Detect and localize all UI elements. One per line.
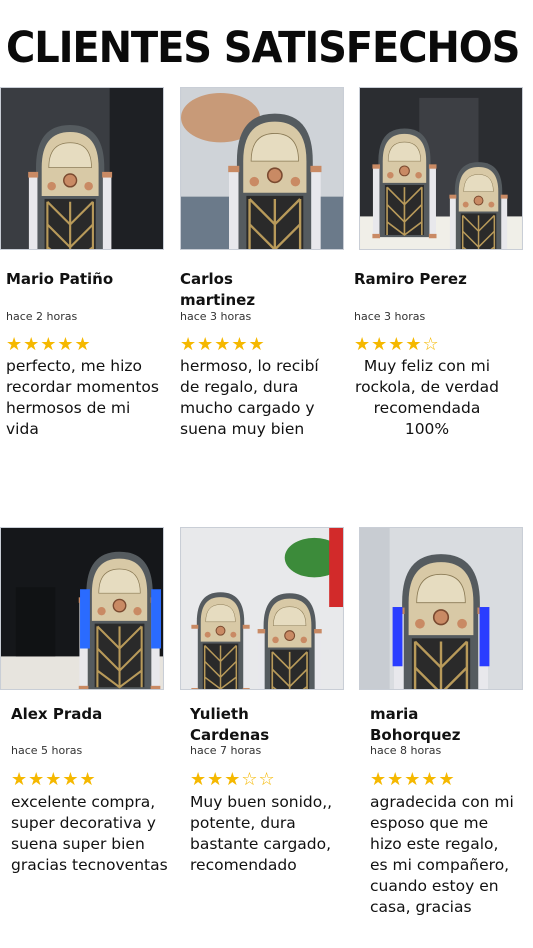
review-card bbox=[359, 87, 523, 250]
star-icon: ★★★★★ bbox=[180, 334, 266, 355]
page-title: CLIENTES SATISFECHOS bbox=[6, 23, 520, 73]
review-time: hace 3 horas bbox=[180, 310, 252, 323]
review-text: hermoso, lo recibí de regalo, dura mucho… bbox=[180, 357, 319, 438]
review-text: Muy feliz con mi rockola, de verdad reco… bbox=[355, 357, 499, 438]
review-card bbox=[180, 87, 344, 250]
review-time: hace 2 horas bbox=[6, 310, 78, 323]
reviewer-name: Alex Prada bbox=[11, 705, 103, 723]
review-card bbox=[180, 527, 344, 690]
jukebox-blue-light-photo bbox=[0, 527, 164, 690]
review-time: hace 5 horas bbox=[11, 744, 83, 757]
star-icon: ★★★★☆ bbox=[354, 334, 440, 355]
review-text: excelente compra, super decorativa y sue… bbox=[11, 793, 168, 874]
two-jukeboxes-photo bbox=[359, 87, 523, 250]
review-card bbox=[0, 87, 164, 250]
star-rating: ★★★★☆ bbox=[354, 336, 440, 354]
review-time: hace 7 horas bbox=[190, 744, 262, 757]
review-text: agradecida con mi esposo que me hizo est… bbox=[370, 793, 514, 916]
review-card bbox=[359, 527, 523, 690]
star-rating: ★★★☆☆ bbox=[190, 771, 276, 789]
star-icon: ★★★★★ bbox=[11, 769, 97, 790]
review-card bbox=[0, 527, 164, 690]
reviewer-name: maria Bohorquez bbox=[370, 705, 461, 744]
jukebox-in-box-photo bbox=[0, 87, 164, 250]
jukebox-glowing-photo bbox=[359, 527, 523, 690]
reviewer-name: Mario Patiño bbox=[6, 270, 114, 288]
hand-holding-jukebox-photo bbox=[180, 87, 344, 250]
star-rating: ★★★★★ bbox=[11, 771, 97, 789]
star-icon: ★★★★★ bbox=[370, 769, 456, 790]
jukebox-with-plant-photo bbox=[180, 527, 344, 690]
review-time: hace 8 horas bbox=[370, 744, 442, 757]
review-time: hace 3 horas bbox=[354, 310, 426, 323]
star-icon: ★★★★★ bbox=[6, 334, 92, 355]
review-text: Muy buen sonido,, potente, dura bastante… bbox=[190, 793, 333, 874]
star-rating: ★★★★★ bbox=[370, 771, 456, 789]
star-icon: ★★★☆☆ bbox=[190, 769, 276, 790]
review-text: perfecto, me hizo recordar momentos herm… bbox=[6, 357, 159, 438]
reviewer-name: Yulieth Cardenas bbox=[190, 705, 270, 744]
star-rating: ★★★★★ bbox=[180, 336, 266, 354]
reviewer-name: Carlos martinez bbox=[180, 270, 256, 309]
star-rating: ★★★★★ bbox=[6, 336, 92, 354]
reviewer-name: Ramiro Perez bbox=[354, 270, 467, 288]
